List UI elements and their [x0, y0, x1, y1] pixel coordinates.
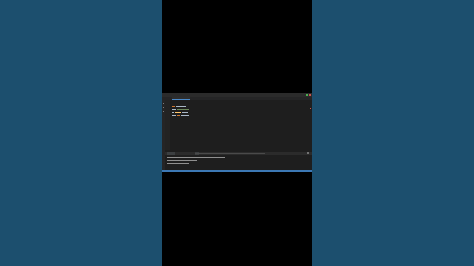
status-bar [162, 170, 312, 172]
code-token [172, 115, 176, 116]
terminal-line [167, 157, 225, 158]
right-background [312, 0, 474, 266]
terminal-line [167, 163, 189, 164]
code-token [175, 112, 181, 113]
code-token [177, 115, 180, 116]
code-token [176, 106, 186, 107]
code-line [172, 112, 189, 114]
run-icon[interactable] [306, 94, 308, 96]
code-token [181, 115, 189, 116]
code-token [172, 109, 176, 110]
code-line [172, 106, 187, 108]
gear-icon[interactable] [307, 152, 309, 154]
terminal-line [167, 160, 197, 161]
code-line [172, 109, 190, 111]
error-marker [310, 108, 311, 109]
code-line [172, 115, 190, 117]
code-editor[interactable] [170, 100, 312, 150]
panel-toolbar [195, 153, 265, 154]
project-icon[interactable] [163, 103, 164, 104]
code-token [182, 112, 188, 113]
code-token [177, 109, 189, 110]
code-token [172, 112, 174, 113]
structure-icon[interactable] [163, 107, 164, 108]
code-token [172, 106, 175, 107]
stop-icon[interactable] [309, 94, 311, 96]
left-background [0, 0, 162, 266]
ide-window [162, 93, 312, 172]
terminal-output[interactable] [165, 155, 312, 170]
bookmarks-icon[interactable] [163, 111, 164, 112]
